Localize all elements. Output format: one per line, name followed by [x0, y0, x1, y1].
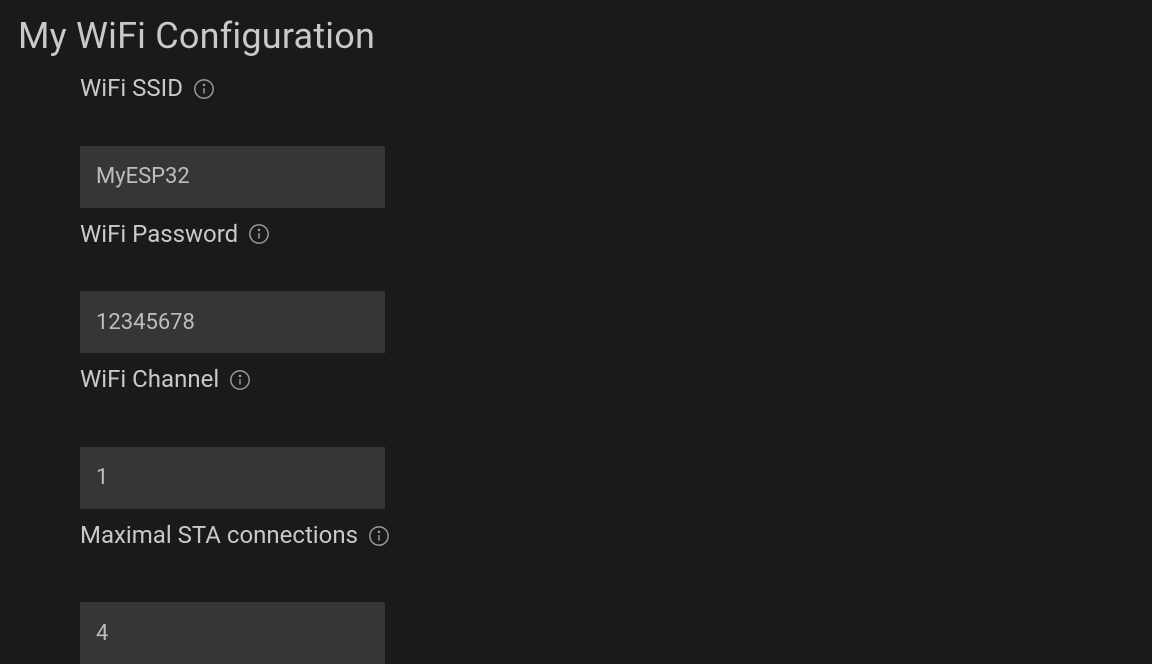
max-sta-label: Maximal STA connections	[80, 519, 358, 553]
ssid-label-row: WiFi SSID	[80, 72, 1152, 106]
channel-label: WiFi Channel	[80, 363, 219, 397]
info-icon[interactable]	[193, 78, 215, 100]
max-sta-group: Maximal STA connections	[80, 519, 1152, 664]
password-group: WiFi Password	[80, 218, 1152, 354]
channel-group: WiFi Channel	[80, 363, 1152, 509]
ssid-input[interactable]	[80, 146, 385, 208]
max-sta-input[interactable]	[80, 602, 385, 664]
info-icon[interactable]	[229, 369, 251, 391]
page-title: My WiFi Configuration	[0, 0, 1152, 57]
password-label: WiFi Password	[80, 218, 238, 252]
info-icon[interactable]	[368, 525, 390, 547]
channel-input[interactable]	[80, 447, 385, 509]
max-sta-label-row: Maximal STA connections	[80, 519, 1152, 553]
channel-label-row: WiFi Channel	[80, 363, 1152, 397]
ssid-group: WiFi SSID	[80, 72, 1152, 208]
password-input[interactable]	[80, 291, 385, 353]
ssid-label: WiFi SSID	[80, 72, 183, 106]
wifi-config-form: WiFi SSID WiFi Password	[0, 57, 1152, 664]
password-label-row: WiFi Password	[80, 218, 1152, 252]
info-icon[interactable]	[248, 223, 270, 245]
